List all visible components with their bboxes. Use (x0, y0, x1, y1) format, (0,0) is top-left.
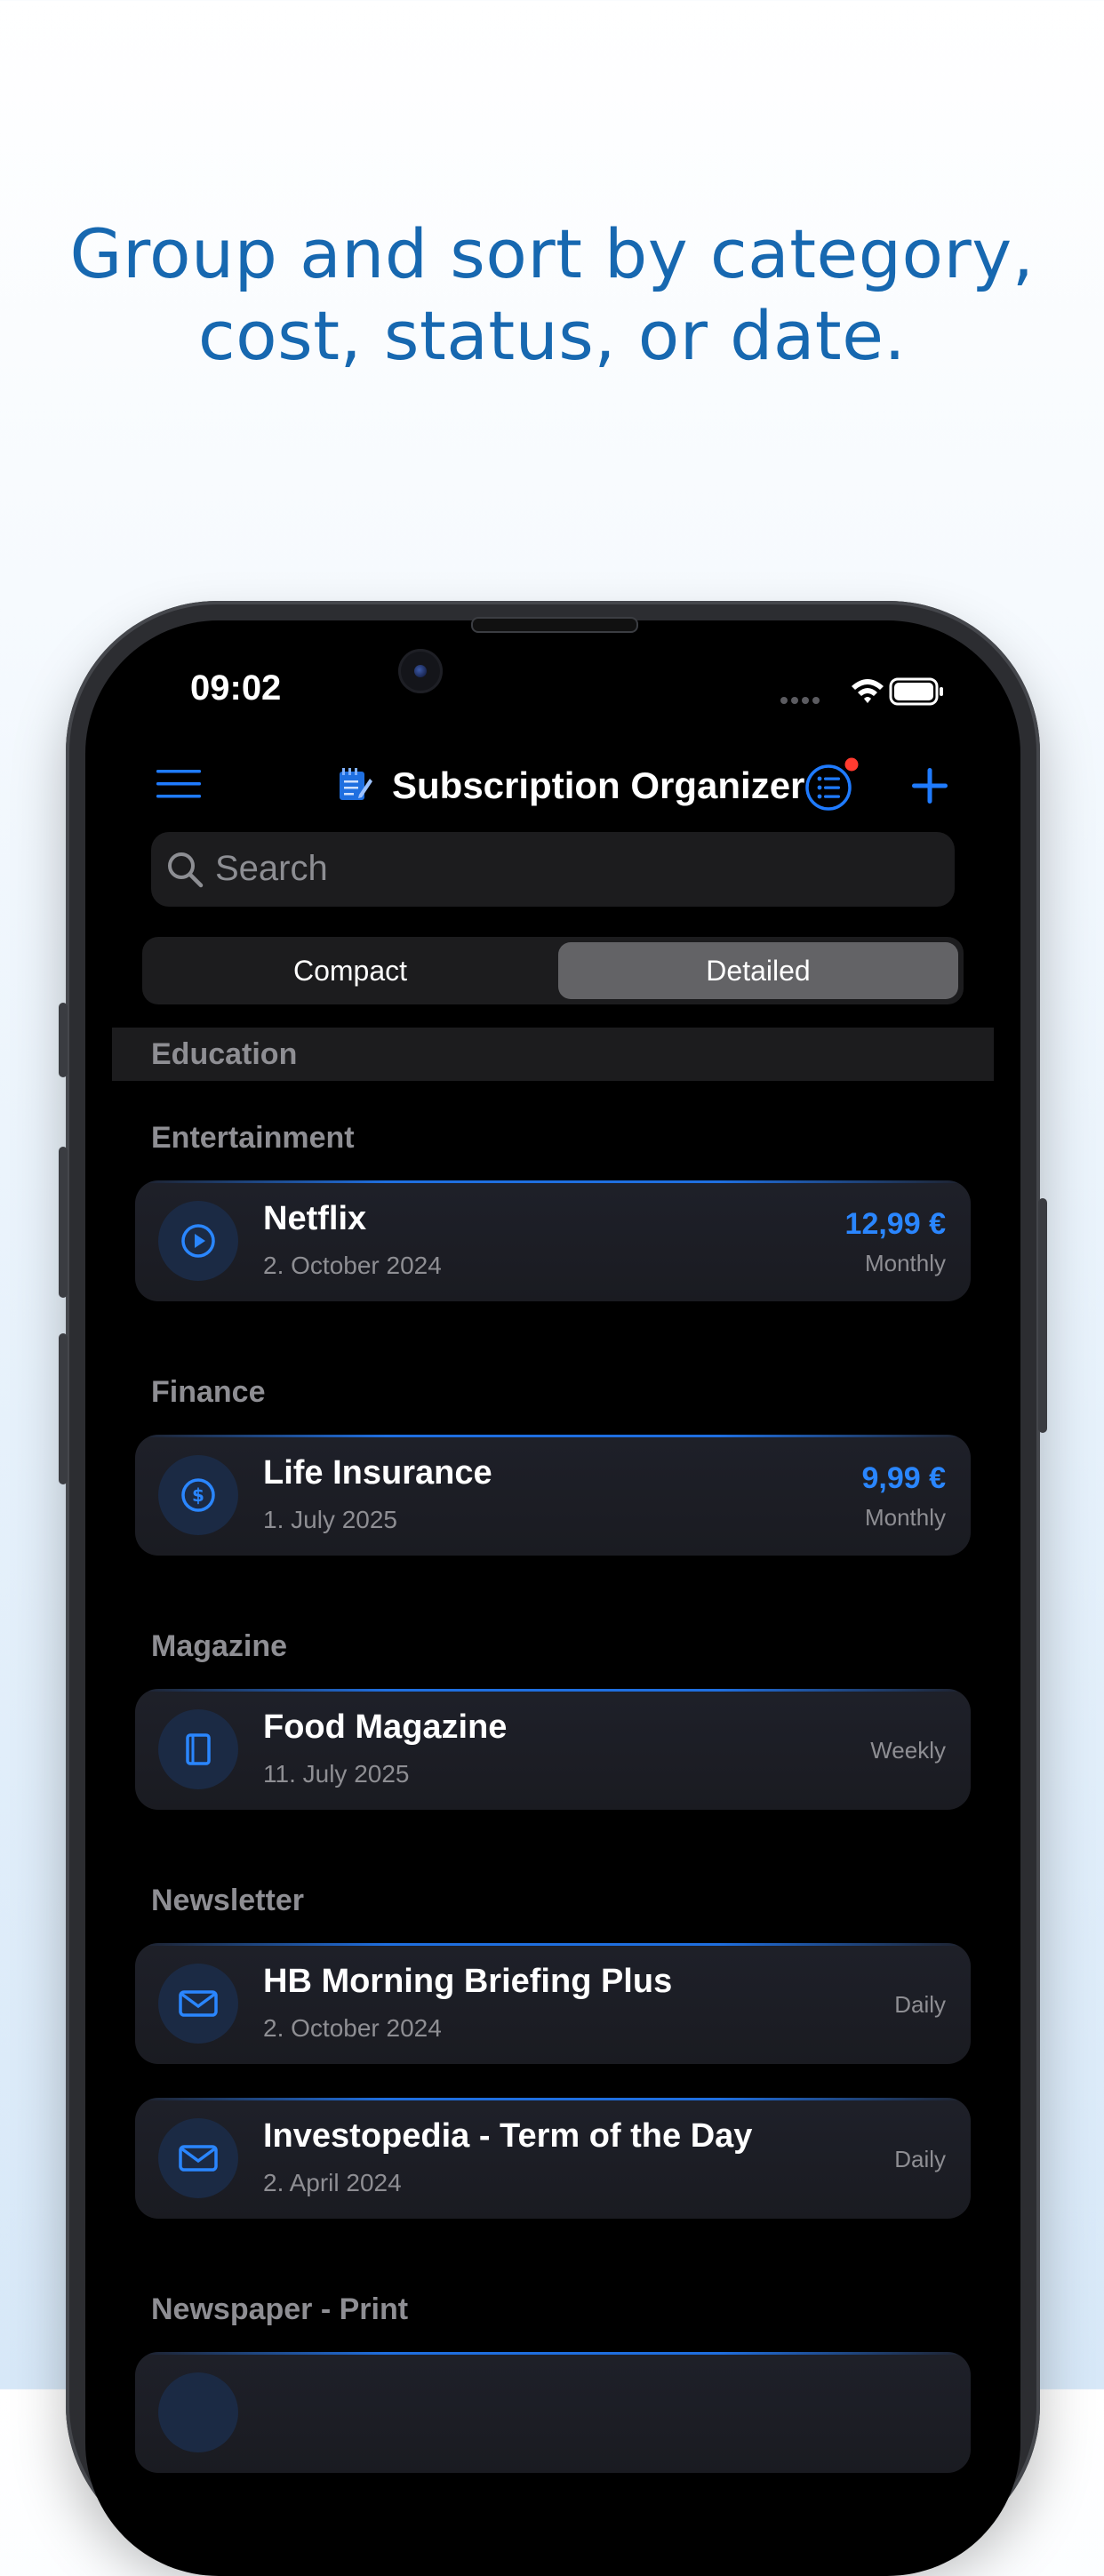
section-header-newspaper-print[interactable]: Newspaper - Print (151, 2292, 408, 2327)
envelope-icon (179, 1990, 218, 2017)
subscription-card[interactable]: HB Morning Briefing Plus 2. October 2024… (135, 1943, 971, 2064)
notification-badge (844, 757, 859, 772)
subscription-name: HB Morning Briefing Plus (263, 1963, 673, 2000)
section-header-finance[interactable]: Finance (151, 1375, 265, 1410)
book-icon (186, 1733, 211, 1765)
list-icon[interactable] (804, 757, 859, 812)
subscription-price: 9,99 € (861, 1461, 946, 1495)
subscription-icon-circle (158, 1709, 238, 1789)
headline: Group and sort by category, cost, status… (0, 213, 1104, 377)
speaker-grille (471, 617, 638, 633)
subscription-price: 12,99 € (844, 1207, 946, 1241)
subscription-card-partial[interactable] (135, 2352, 971, 2473)
section-header-entertainment[interactable]: Entertainment (151, 1121, 355, 1156)
subscription-card[interactable]: $ Life Insurance 1. July 2025 9,99 € Mon… (135, 1435, 971, 1556)
billing-cycle: Daily (894, 1991, 946, 2018)
tab-detailed[interactable]: Detailed (558, 955, 958, 988)
envelope-icon (179, 2145, 218, 2172)
subscription-date: 1. July 2025 (263, 1506, 397, 1533)
status-icons (780, 677, 943, 706)
search-placeholder: Search (215, 849, 328, 888)
mute-switch (59, 1003, 68, 1077)
billing-cycle: Monthly (864, 1504, 946, 1531)
subscription-name: Netflix (263, 1200, 367, 1237)
app-title: Subscription Organizer (392, 764, 805, 806)
wifi-icon (852, 679, 884, 703)
tab-compact[interactable]: Compact (148, 955, 553, 988)
status-time: 09:02 (190, 668, 282, 708)
camera-icon (398, 649, 443, 693)
subscription-name: Life Insurance (263, 1454, 492, 1492)
subscription-icon-circle (158, 1201, 238, 1281)
subscription-name: Investopedia - Term of the Day (263, 2117, 753, 2155)
dollar-icon: $ (181, 1478, 215, 1512)
headline-line-1: Group and sort by category, (69, 214, 1035, 293)
svg-text:$: $ (192, 1484, 204, 1506)
section-header-magazine[interactable]: Magazine (151, 1629, 287, 1664)
section-header-newsletter[interactable]: Newsletter (151, 1884, 304, 1918)
subscription-card[interactable]: Investopedia - Term of the Day 2. April … (135, 2098, 971, 2219)
billing-cycle: Monthly (864, 1250, 946, 1276)
subscription-icon-circle (158, 1964, 238, 2044)
section-header-education[interactable]: Education (151, 1037, 297, 1072)
menu-icon[interactable] (156, 770, 201, 798)
subscription-date: 2. April 2024 (263, 2169, 402, 2196)
subscription-icon-circle (158, 2118, 238, 2198)
plus-icon[interactable] (910, 766, 949, 805)
subscription-date: 11. July 2025 (263, 1760, 410, 1788)
headline-line-2: cost, status, or date. (197, 296, 907, 375)
play-icon (181, 1224, 215, 1258)
billing-cycle: Daily (894, 2146, 946, 2172)
battery-icon (889, 677, 943, 706)
subscription-icon-circle: $ (158, 1455, 238, 1535)
phone-screen (85, 620, 1020, 2576)
subscription-date: 2. October 2024 (263, 2014, 442, 2042)
subscription-name: Food Magazine (263, 1708, 508, 1746)
billing-cycle: Weekly (870, 1737, 946, 1764)
search-icon (168, 852, 204, 888)
signal-icon (780, 697, 820, 704)
subscription-icon-circle (158, 2372, 238, 2452)
notepad-icon (340, 768, 372, 800)
volume-down-button (59, 1333, 68, 1484)
volume-up-button (59, 1147, 68, 1298)
power-button (1038, 1198, 1047, 1433)
subscription-card[interactable]: Netflix 2. October 2024 12,99 € Monthly (135, 1180, 971, 1301)
subscription-card[interactable]: Food Magazine 11. July 2025 Weekly (135, 1689, 971, 1810)
subscription-date: 2. October 2024 (263, 1252, 442, 1279)
